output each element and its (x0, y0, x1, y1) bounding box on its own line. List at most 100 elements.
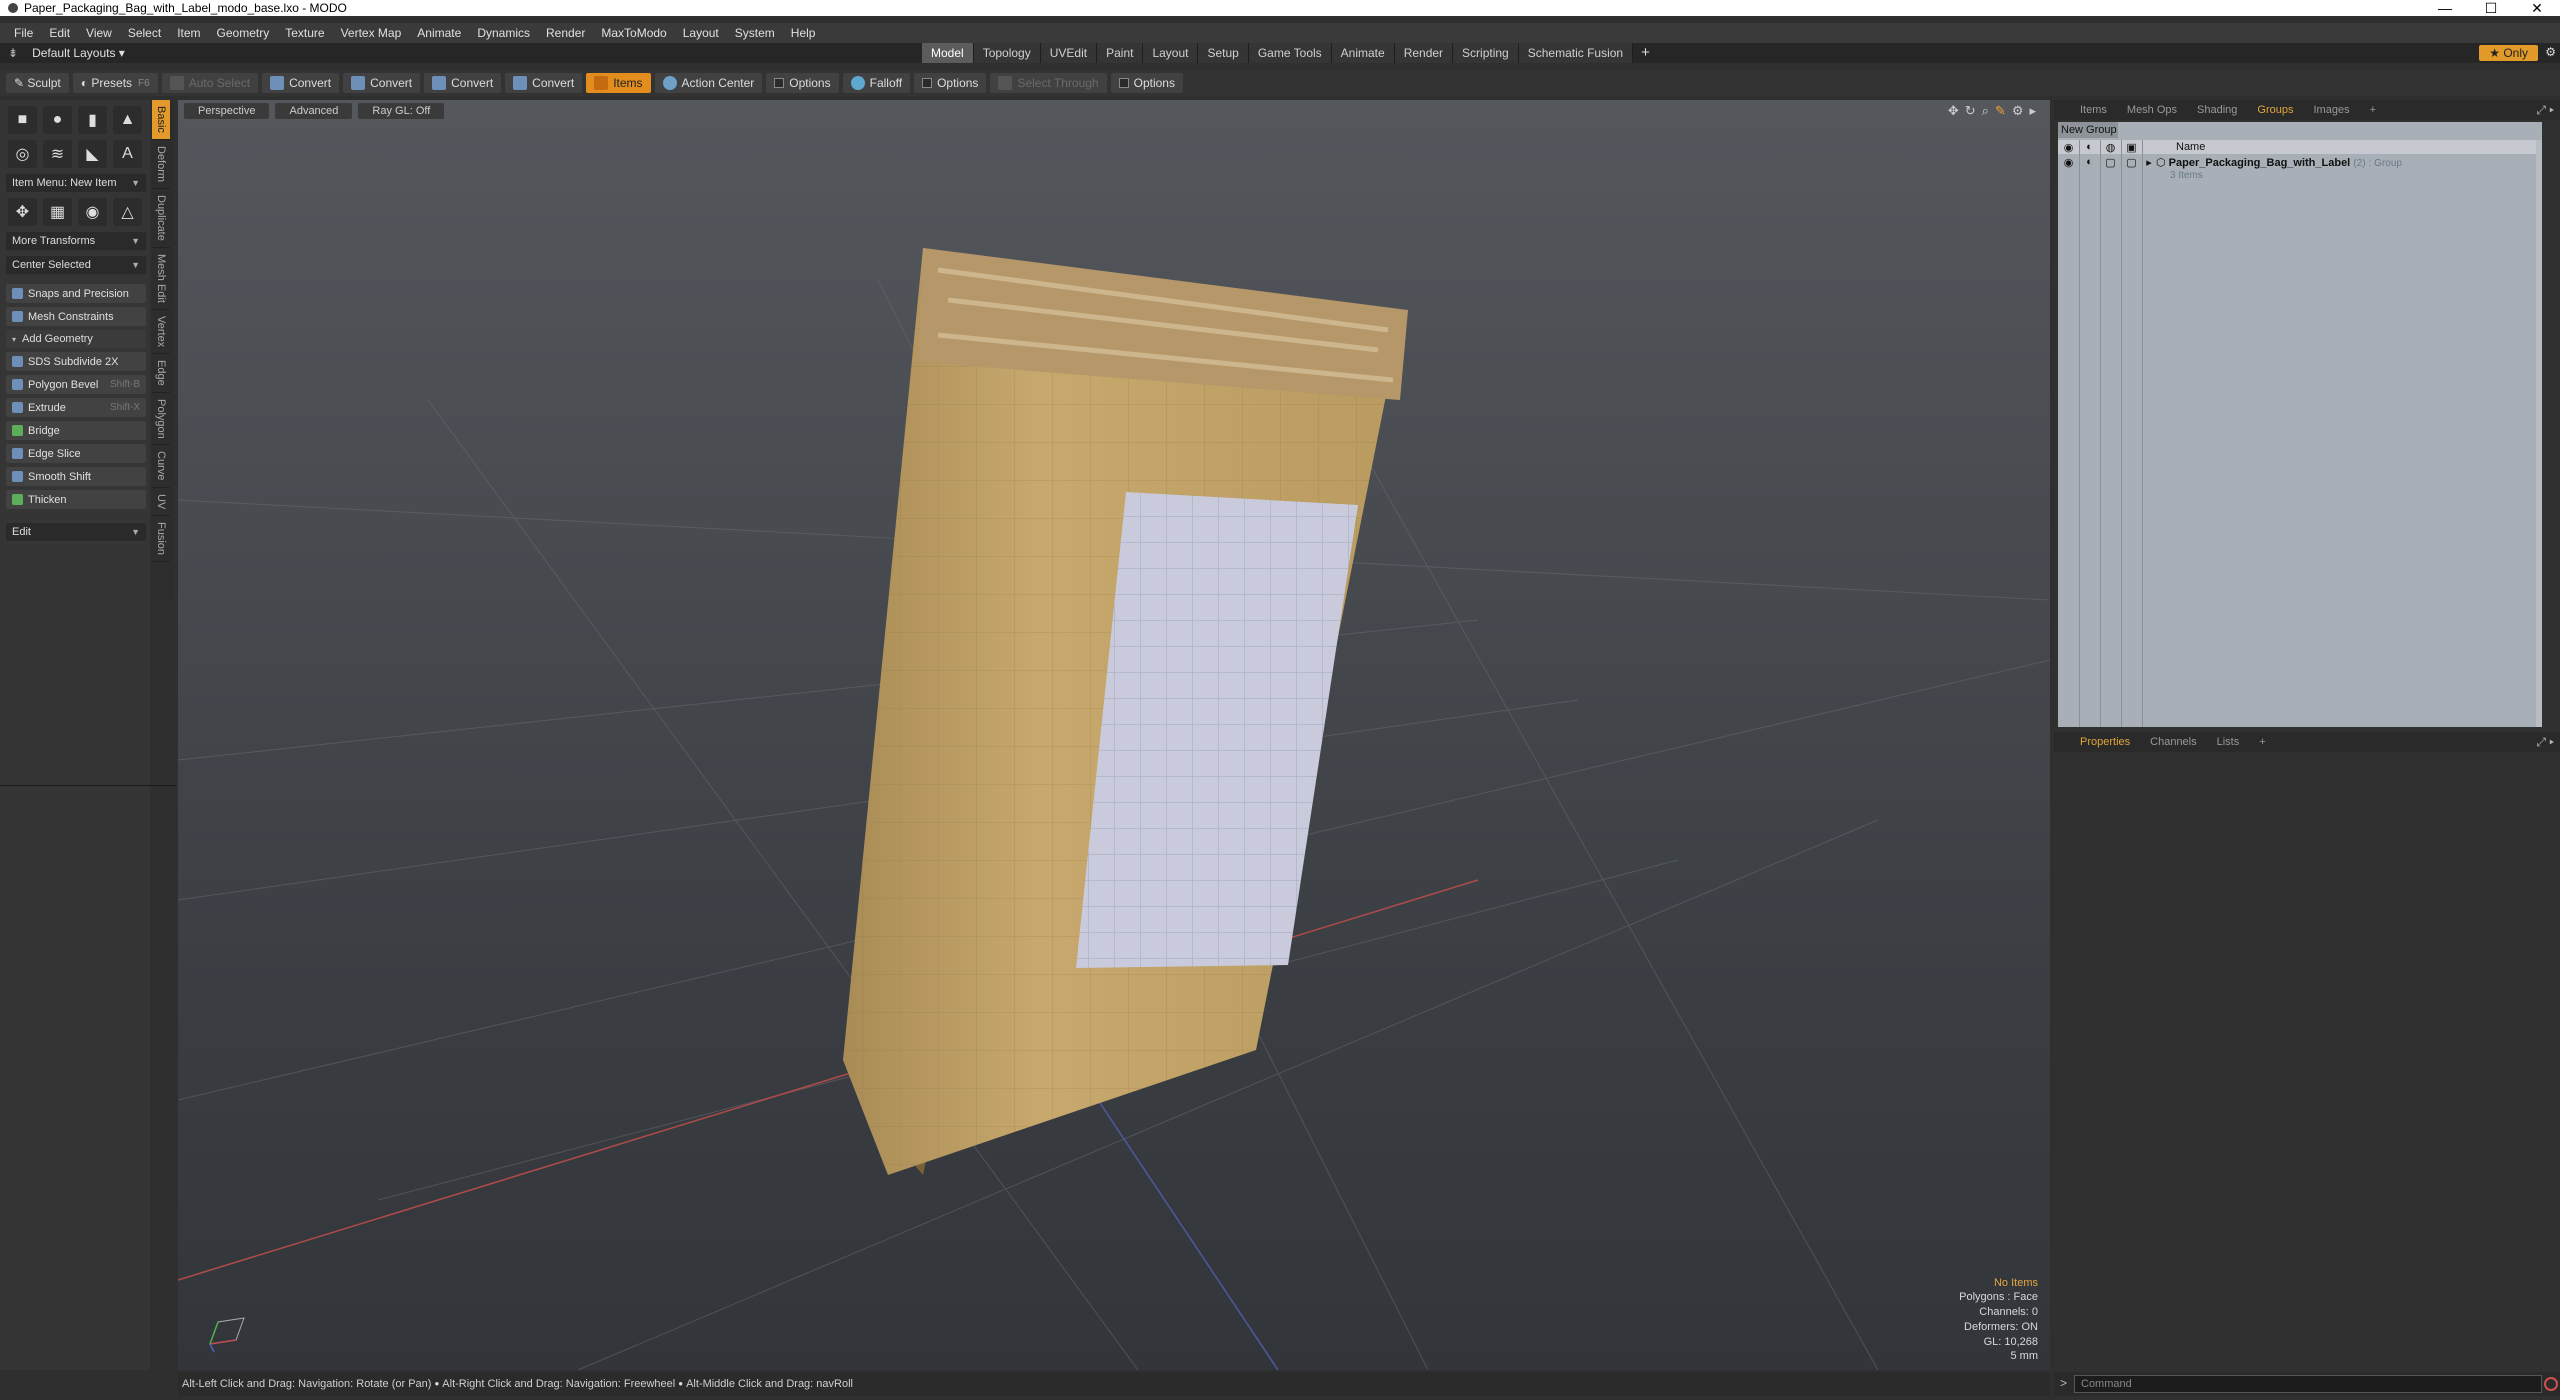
menu-file[interactable]: File (6, 26, 41, 40)
edit-dropdown[interactable]: Edit ▼ (6, 523, 146, 541)
rotate-icon[interactable]: ↻ (1965, 103, 1976, 119)
vtab-polygon[interactable]: Polygon (152, 393, 170, 446)
vtab-deform[interactable]: Deform (152, 140, 170, 189)
vtab-basic[interactable]: Basic (152, 100, 170, 140)
tab-animate[interactable]: Animate (1331, 43, 1395, 63)
select-through-options[interactable]: Options (1110, 73, 1183, 93)
vtab-curve[interactable]: Curve (152, 445, 170, 488)
expand-icon[interactable]: ▸ (2142, 156, 2156, 169)
tab-setup[interactable]: Setup (1198, 43, 1249, 63)
menu-item[interactable]: Item (169, 26, 208, 40)
menu-vertex-map[interactable]: Vertex Map (333, 26, 410, 40)
wedge-icon[interactable]: ◣ (78, 140, 107, 168)
menu-layout[interactable]: Layout (675, 26, 727, 40)
tab-schematic-fusion[interactable]: Schematic Fusion (1518, 43, 1634, 63)
options-checkbox[interactable] (922, 78, 933, 88)
tab-lists[interactable]: Lists (2207, 732, 2250, 752)
tool-thicken[interactable]: Thicken (6, 490, 146, 509)
menu-texture[interactable]: Texture (277, 26, 332, 40)
select-toggle[interactable]: ▢ (2121, 156, 2142, 169)
vtab-vertex[interactable]: Vertex (152, 310, 170, 354)
tab-topology[interactable]: Topology (973, 43, 1041, 63)
tab-images[interactable]: Images (2304, 100, 2360, 120)
item-menu-dropdown[interactable]: Item Menu: New Item ▼ (6, 174, 146, 192)
convert-edges-button[interactable]: Convert (343, 73, 421, 93)
transform-icon[interactable]: ✥ (8, 198, 37, 226)
raygl-button[interactable]: Ray GL: Off (358, 103, 445, 119)
tab-channels[interactable]: Channels (2140, 732, 2206, 752)
globe-icon[interactable]: ◉ (78, 198, 107, 226)
falloff-options[interactable]: Options (914, 73, 987, 93)
advanced-button[interactable]: Advanced (275, 103, 353, 119)
scrollbar[interactable] (2536, 140, 2542, 727)
pyramid-icon[interactable]: △ (113, 198, 142, 226)
tab-groups[interactable]: Groups (2247, 100, 2303, 120)
brush-icon[interactable]: ✎ (1995, 103, 2006, 119)
mesh-constraints-button[interactable]: Mesh Constraints (6, 307, 146, 326)
tab-render[interactable]: Render (1394, 43, 1454, 63)
add-tab-button[interactable]: + (2249, 732, 2275, 752)
tab-properties[interactable]: Properties (2070, 732, 2140, 752)
presets-button[interactable]: ◐ Presets F6 (72, 73, 158, 93)
capsule-icon[interactable]: ≋ (43, 140, 72, 168)
new-group-button[interactable]: New Group (2058, 122, 2118, 138)
falloff-button[interactable]: Falloff (842, 73, 911, 93)
pan-icon[interactable]: ✥ (1948, 103, 1959, 119)
tool-extrude[interactable]: Extrude Shift-X (6, 398, 146, 417)
tab-items[interactable]: Items (2070, 100, 2117, 120)
tab-scripting[interactable]: Scripting (1453, 43, 1519, 63)
options-checkbox[interactable] (774, 78, 785, 88)
visibility-toggle[interactable]: ◉ (2058, 156, 2079, 169)
tool-sds-subdivide[interactable]: SDS Subdivide 2X (6, 352, 146, 371)
layouts-dropdown[interactable]: ⇟ Default Layouts ▾ (0, 46, 180, 60)
action-center-options[interactable]: Options (766, 73, 839, 93)
menu-geometry[interactable]: Geometry (209, 26, 278, 40)
vtab-duplicate[interactable]: Duplicate (152, 189, 170, 248)
tool-edge-slice[interactable]: Edge Slice (6, 444, 146, 463)
3d-viewport[interactable]: Perspective Advanced Ray GL: Off ✥ ↻ ⌕ ✎… (178, 100, 2050, 1370)
auto-select-button[interactable]: Auto Select (161, 73, 259, 93)
tab-game-tools[interactable]: Game Tools (1248, 43, 1332, 63)
tab-model[interactable]: Model (922, 43, 974, 63)
expand-panel-icon[interactable]: ⤢ ▸ (2536, 735, 2554, 750)
group-row[interactable]: ◉ ◐ ▢ ▢ ▸ ⬡ Paper_Packaging_Bag_with_Lab… (2058, 156, 2542, 184)
perspective-button[interactable]: Perspective (184, 103, 270, 119)
tab-shading[interactable]: Shading (2187, 100, 2247, 120)
tool-polygon-bevel[interactable]: Polygon Bevel Shift-B (6, 375, 146, 394)
convert-vertices-button[interactable]: Convert (262, 73, 340, 93)
vtab-edge[interactable]: Edge (152, 354, 170, 393)
expand-icon[interactable]: ▸ (2029, 103, 2036, 119)
minimize-button[interactable]: — (2422, 0, 2468, 16)
menu-select[interactable]: Select (120, 26, 169, 40)
tab-paint[interactable]: Paint (1097, 43, 1144, 63)
menu-edit[interactable]: Edit (41, 26, 78, 40)
center-selected-dropdown[interactable]: Center Selected ▼ (6, 256, 146, 274)
cone-icon[interactable]: ▲ (113, 106, 142, 134)
tool-smooth-shift[interactable]: Smooth Shift (6, 467, 146, 486)
add-tab-button[interactable]: + (1633, 43, 1658, 63)
vtab-uv[interactable]: UV (152, 488, 170, 517)
snaps-precision-button[interactable]: Snaps and Precision (6, 284, 146, 303)
torus-icon[interactable]: ◎ (8, 140, 37, 168)
sculpt-button[interactable]: ✎ Sculpt (6, 73, 69, 93)
close-button[interactable]: ✕ (2514, 0, 2560, 16)
items-mode-button[interactable]: Items (586, 73, 651, 93)
record-icon[interactable] (2544, 1377, 2558, 1391)
convert-materials-button[interactable]: Convert (505, 73, 583, 93)
convert-polygons-button[interactable]: Convert (424, 73, 502, 93)
menu-animate[interactable]: Animate (409, 26, 469, 40)
options-checkbox[interactable] (1118, 78, 1129, 88)
grid-icon[interactable]: ▦ (43, 198, 72, 226)
menu-view[interactable]: View (78, 26, 120, 40)
menu-system[interactable]: System (727, 26, 783, 40)
tab-mesh-ops[interactable]: Mesh Ops (2117, 100, 2187, 120)
command-input[interactable]: Command (2074, 1375, 2542, 1393)
add-geometry-header[interactable]: ▾ Add Geometry (6, 330, 146, 348)
tab-layout[interactable]: Layout (1143, 43, 1199, 63)
expand-panel-icon[interactable]: ⤢ ▸ (2536, 103, 2554, 118)
more-transforms-dropdown[interactable]: More Transforms ▼ (6, 232, 146, 250)
vtab-mesh-edit[interactable]: Mesh Edit (152, 248, 170, 310)
zoom-icon[interactable]: ⌕ (1982, 103, 1989, 119)
menu-help[interactable]: Help (783, 26, 824, 40)
vtab-fusion[interactable]: Fusion (152, 516, 170, 563)
